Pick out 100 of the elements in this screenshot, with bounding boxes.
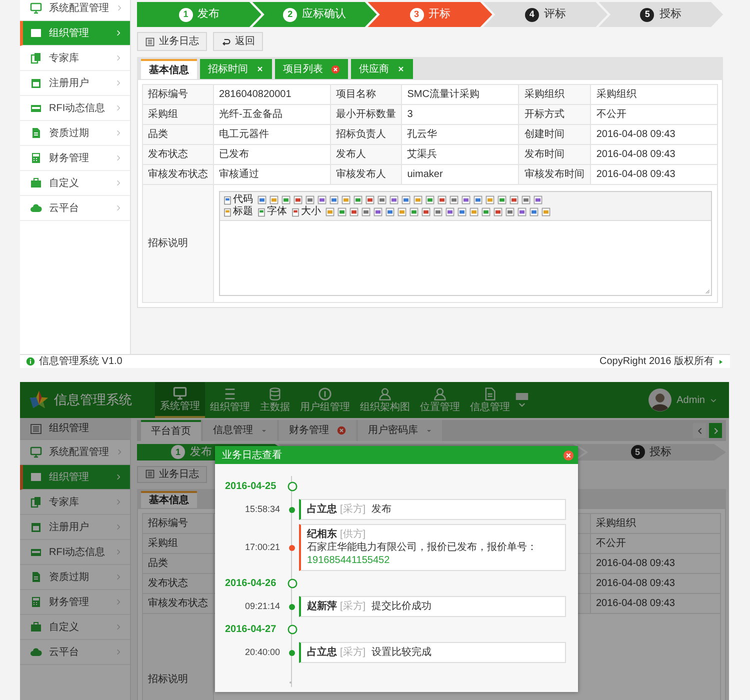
field-value: 艾渠兵 <box>402 144 519 164</box>
sidebar-item[interactable]: 云平台 <box>20 196 130 221</box>
nav-item[interactable]: 主数据 <box>255 382 295 418</box>
toolbar-button[interactable]: 业务日志 <box>137 466 207 482</box>
sidebar-item[interactable]: 自定义 <box>20 615 130 640</box>
next-button[interactable] <box>709 423 722 438</box>
tab[interactable]: 项目列表 <box>275 59 348 79</box>
circle-icon <box>318 387 332 401</box>
field-label: 审核发布状态 <box>142 593 214 613</box>
sidebar-item[interactable]: RFI动态信息 <box>20 96 130 121</box>
role-tag: [采方] <box>340 600 366 613</box>
date-label: 2016-04-26 <box>225 577 278 591</box>
app-title: 信息管理系统 <box>54 391 132 410</box>
field-value: 不公开 <box>590 533 720 553</box>
previous-button[interactable] <box>693 423 706 438</box>
sidebar-item[interactable]: 财务管理 <box>20 146 130 171</box>
sidebar-item[interactable]: 财务管理 <box>20 590 130 615</box>
close-icon[interactable] <box>337 426 346 435</box>
step-label: 开标 <box>428 7 451 22</box>
person-name: 占立忠 <box>307 503 337 516</box>
cloud-icon <box>30 202 42 214</box>
return-arrow-icon <box>221 36 231 46</box>
step-number: 1 <box>171 445 185 460</box>
copy-icon <box>30 52 42 64</box>
briefcase-icon <box>30 621 42 633</box>
field-label: 发布状态 <box>142 144 214 164</box>
field-value: uimaker <box>402 164 519 184</box>
resize-grip-icon[interactable] <box>703 287 710 294</box>
tab[interactable]: 基本信息 <box>141 59 197 79</box>
page-icon <box>291 208 300 216</box>
tab[interactable]: 基本信息 <box>141 490 197 508</box>
field-value: 2016-04-08 09:43 <box>590 164 718 184</box>
date-label: 2016-04-27 <box>225 623 278 637</box>
rich-text-editor[interactable]: 代码 标题 字体 大小 <box>219 191 712 296</box>
role-tag: [供方] <box>340 528 366 541</box>
sidebar-item[interactable]: 组织管理 <box>20 465 130 490</box>
chevron-right-icon <box>115 179 122 187</box>
sidebar-item[interactable]: 资质过期 <box>20 565 130 590</box>
page-icon <box>223 196 232 204</box>
step-label: 应标确认 <box>302 6 346 22</box>
sidebar-item[interactable]: 资质过期 <box>20 121 130 146</box>
field-value: 2016-04-08 09:43 <box>590 124 718 144</box>
sidebar-item[interactable]: 组织管理 <box>20 21 130 46</box>
editor-tool[interactable]: 标题 <box>223 207 255 217</box>
field-value: 不公开 <box>590 104 718 124</box>
sidebar-item[interactable]: 注册用户 <box>20 515 130 540</box>
page-tab[interactable]: 信息管理 <box>203 420 277 441</box>
close-icon[interactable] <box>397 65 405 73</box>
sidebar-item[interactable]: 专家库 <box>20 490 130 515</box>
caret-right-icon <box>718 358 724 364</box>
toolbar-button[interactable]: 业务日志 <box>137 32 207 51</box>
caret-down-icon[interactable] <box>710 396 717 404</box>
step-number: 1 <box>178 8 193 22</box>
page-tab[interactable]: 用户密码库 <box>358 420 442 441</box>
briefcase-icon <box>30 177 42 189</box>
avatar-icon[interactable] <box>648 388 672 412</box>
caret-down-icon[interactable] <box>261 428 267 434</box>
person-name: 占立忠 <box>307 646 337 659</box>
user-name[interactable]: Admin <box>676 392 705 408</box>
close-icon[interactable] <box>563 450 574 460</box>
step-number: 4 <box>524 8 539 22</box>
nav-item[interactable]: 用户组管理 <box>295 382 355 418</box>
nav-item[interactable]: 系统管理 <box>155 382 205 418</box>
field-value: 2016-04-08 09:43 <box>590 593 720 613</box>
step-number: 5 <box>630 445 644 460</box>
sidebar-item[interactable]: RFI动态信息 <box>20 540 130 565</box>
field-label: 招标说明 <box>142 184 214 302</box>
tab[interactable]: 供应商 <box>351 59 413 79</box>
editor-tool[interactable]: 字体 <box>257 207 289 217</box>
page-tab[interactable]: 平台首页 <box>141 420 201 441</box>
dialog-title: 业务日志查看 <box>222 448 282 462</box>
step-number: 5 <box>640 8 654 22</box>
sidebar-item[interactable]: 注册用户 <box>20 71 130 96</box>
editor-tool[interactable]: 代码 <box>223 195 255 205</box>
chevron-right-icon <box>115 79 122 87</box>
page-tab[interactable]: 财务管理 <box>279 420 356 441</box>
circle-icon <box>286 578 298 589</box>
nav-item[interactable]: 信息管理 <box>465 382 515 418</box>
nav-item[interactable]: 组织管理 <box>205 382 255 418</box>
log-message: 石家庄华能电力有限公司，报价已发布，报价单号： <box>307 541 537 554</box>
nav-item[interactable]: 组织架构图 <box>355 382 415 418</box>
calculator-icon <box>30 596 42 608</box>
tab[interactable]: 招标时间 <box>200 59 272 79</box>
role-tag: [采方] <box>340 503 366 516</box>
caret-down-icon[interactable] <box>426 428 432 434</box>
person-icon <box>378 387 392 401</box>
sidebar-item[interactable]: 云平台 <box>20 640 130 665</box>
close-icon[interactable] <box>331 64 340 74</box>
toolbar-button[interactable]: 返回 <box>213 32 263 51</box>
log-message: 设置比较完成 <box>372 646 432 659</box>
close-icon[interactable] <box>256 65 264 73</box>
chevron-right-icon <box>115 54 122 62</box>
chevron-right-icon <box>712 426 720 434</box>
sidebar-item[interactable]: 专家库 <box>20 46 130 71</box>
person-name: 纪相东 <box>307 528 337 541</box>
sidebar-item[interactable]: 自定义 <box>20 171 130 196</box>
nav-item[interactable]: 位置管理 <box>415 382 465 418</box>
more-dropdown-icon[interactable] <box>515 391 529 409</box>
editor-tool[interactable]: 大小 <box>291 207 323 217</box>
list-icon <box>145 36 155 46</box>
